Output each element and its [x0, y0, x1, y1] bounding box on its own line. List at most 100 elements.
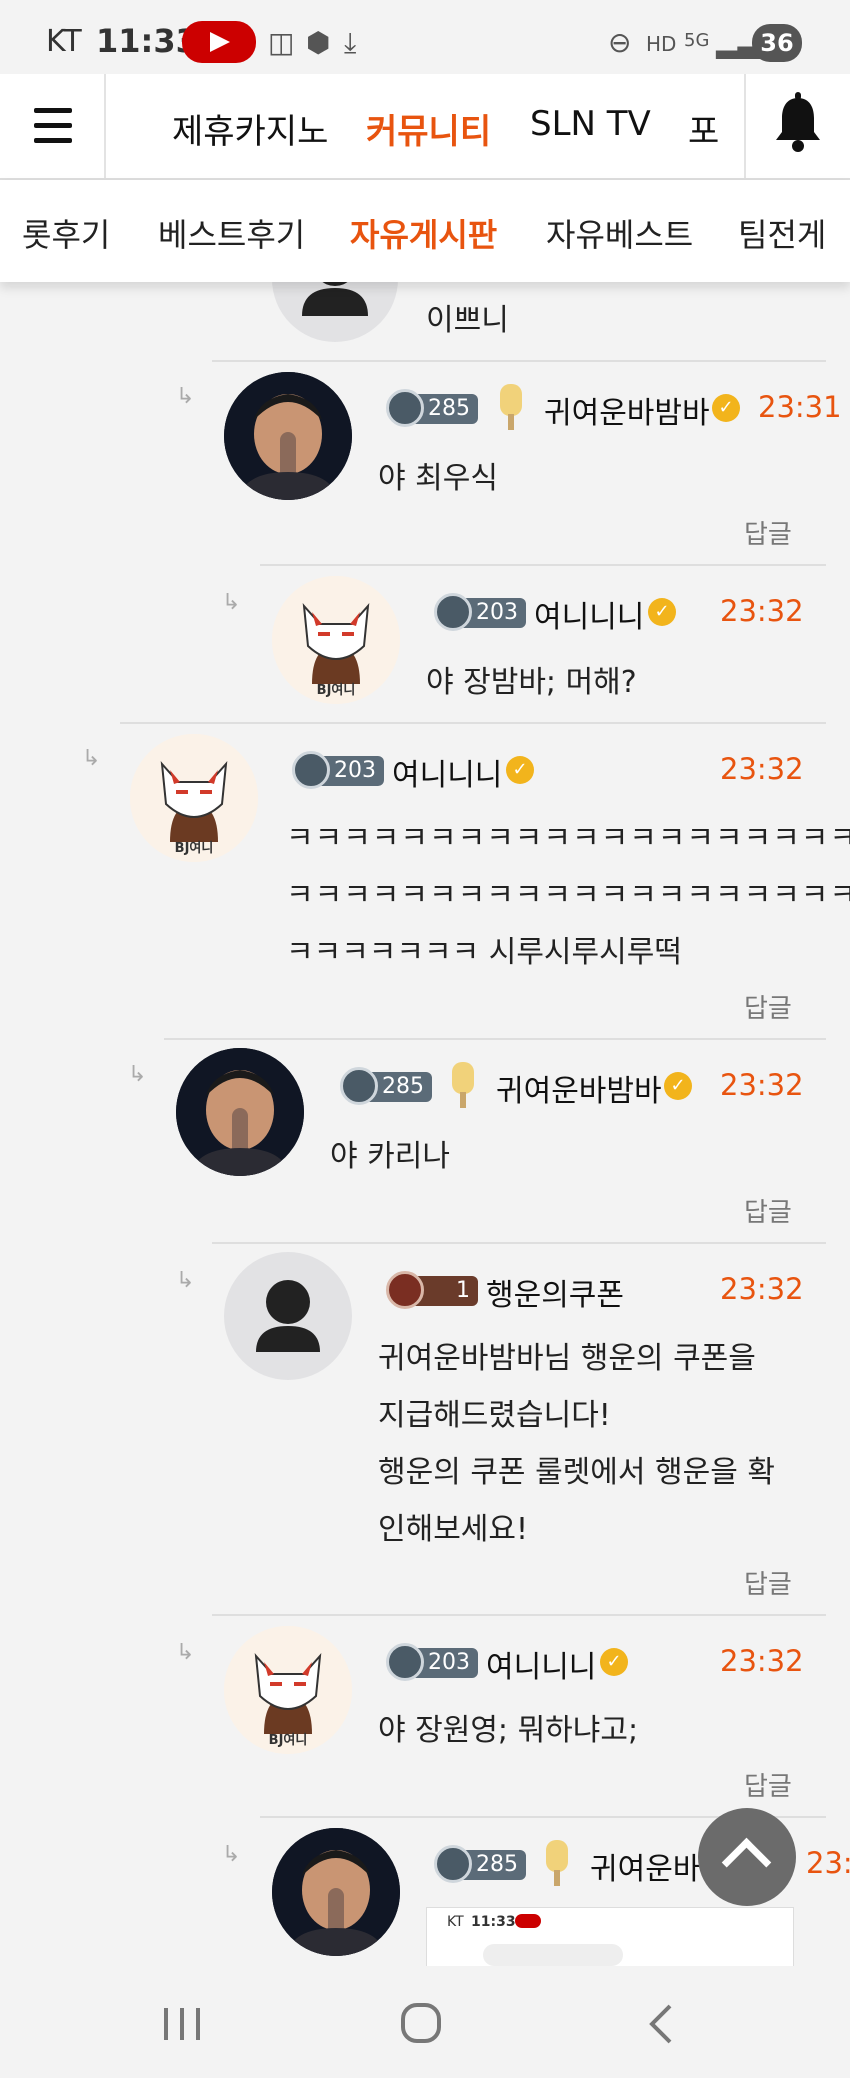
popsicle-icon — [500, 384, 522, 430]
download-icon: ⤓ — [344, 26, 357, 59]
battery-icon: 36 — [752, 24, 802, 62]
attached-image[interactable]: KT 11:33 — [426, 1907, 794, 1968]
timestamp: 23:32 — [720, 594, 804, 628]
verified-icon: ✓ — [664, 1072, 692, 1100]
avatar[interactable]: BJ여니 — [224, 1626, 352, 1754]
level-badge: 203 — [386, 1643, 478, 1681]
verified-icon: ✓ — [648, 598, 676, 626]
top-nav: 제휴카지노 커뮤니티 SLN TV 포 — [0, 74, 850, 180]
avatar[interactable] — [176, 1048, 304, 1176]
nav-tab-community[interactable]: 커뮤니티 — [366, 104, 491, 153]
divider — [164, 1038, 826, 1040]
level-gem-icon — [340, 1067, 378, 1105]
reply-button[interactable]: 답글 — [744, 1192, 792, 1229]
comment-text: 지급해드렸습니다! — [378, 1398, 611, 1433]
recent-apps-icon[interactable] — [160, 2004, 204, 2044]
level-badge: 203 — [434, 593, 526, 631]
thumbnail-youtube-icon — [515, 1914, 541, 1928]
fox-mask-icon: BJ여니 — [224, 1626, 352, 1754]
level-gem-icon — [434, 1845, 472, 1883]
svg-text:BJ여니: BJ여니 — [317, 682, 356, 698]
divider — [120, 722, 826, 724]
avatar[interactable] — [224, 372, 352, 500]
svg-text:BJ여니: BJ여니 — [175, 840, 214, 856]
verified-icon: ✓ — [600, 1648, 628, 1676]
avatar[interactable] — [272, 1828, 400, 1956]
level-badge: 203 — [292, 751, 384, 789]
timestamp: 23:3 — [806, 1846, 850, 1880]
fox-mask-icon: BJ여니 — [130, 734, 258, 862]
username[interactable]: 귀여운바밤바 — [544, 388, 710, 432]
username[interactable]: 행운의쿠폰 — [486, 1270, 624, 1314]
divider — [260, 564, 826, 566]
nav-tab-partial[interactable]: 포 — [688, 104, 718, 153]
reply-button[interactable]: 답글 — [744, 1564, 792, 1601]
popsicle-icon — [546, 1840, 568, 1886]
sub-tab-reviews[interactable]: 롯후기 — [22, 210, 110, 256]
level-badge: 285 — [386, 389, 478, 427]
person-photo-icon — [176, 1048, 304, 1176]
comment-text: 야 카리나 — [330, 1139, 450, 1174]
comment-text: 야 최우식 — [378, 461, 498, 496]
sub-tab-best-reviews[interactable]: 베스트후기 — [158, 210, 305, 256]
username[interactable]: 여니니니 — [486, 1642, 596, 1686]
sub-tab-free-board[interactable]: 자유게시판 — [350, 210, 497, 256]
reply-arrow-icon: ↳ — [222, 590, 241, 615]
status-bar: KT 11:33 ◫ ⬢ ⤓ ⊖ HD 5G ▂▃▅ 36 — [0, 0, 850, 74]
level-badge: 285 — [434, 1845, 526, 1883]
timestamp: 23:32 — [720, 1272, 804, 1306]
reply-button[interactable]: 답글 — [744, 1766, 792, 1803]
svg-text:BJ여니: BJ여니 — [269, 1732, 308, 1748]
dnd-icon: ⊖ — [608, 26, 632, 59]
thumbnail-carrier: KT — [447, 1914, 464, 1930]
avatar[interactable] — [224, 1252, 352, 1380]
reply-button[interactable]: 답글 — [744, 514, 792, 551]
hd-icon: HD — [646, 32, 677, 56]
sub-tab-free-best[interactable]: 자유베스트 — [546, 210, 693, 256]
level-gem-icon — [386, 1271, 424, 1309]
level-badge: 285 — [340, 1067, 432, 1105]
comment-text: ㅋㅋㅋㅋㅋㅋㅋㅋㅋㅋㅋㅋㅋㅋㅋㅋㅋㅋㅋㅋㅋ — [286, 878, 850, 913]
comment-text: 야 장밤바; 머해? — [426, 665, 637, 700]
home-icon[interactable] — [398, 2000, 444, 2046]
user-icon — [256, 1280, 320, 1352]
menu-button[interactable] — [0, 74, 106, 178]
level-gem-icon — [292, 751, 330, 789]
fox-mask-icon: BJ여니 — [272, 576, 400, 704]
thumbnail-urlbar — [483, 1944, 623, 1966]
comment-text: 귀여운바밤바님 행운의 쿠폰을 — [378, 1341, 756, 1376]
avatar[interactable]: BJ여니 — [130, 734, 258, 862]
comment-text: 야 장원영; 뭐하냐고; — [378, 1713, 639, 1748]
verified-icon: ✓ — [712, 394, 740, 422]
username[interactable]: 귀여운바밤바 — [496, 1066, 662, 1110]
timestamp: 23:32 — [720, 752, 804, 786]
username[interactable]: 여니니니 — [392, 750, 502, 794]
comment-text: 이쁘니 — [426, 303, 509, 338]
notification-button[interactable] — [744, 74, 850, 178]
divider — [212, 1242, 826, 1244]
sub-nav: 롯후기 베스트후기 자유게시판 자유베스트 팀전게 — [0, 180, 850, 282]
5g-icon: 5G — [684, 30, 710, 51]
username[interactable]: 여니니니 — [534, 592, 644, 636]
thumbnail-time: 11:33 — [471, 1914, 516, 1930]
timestamp: 23:31 — [758, 390, 842, 424]
verified-icon: ✓ — [506, 756, 534, 784]
cube-icon: ⬢ — [306, 26, 331, 59]
reply-arrow-icon: ↳ — [176, 1268, 195, 1293]
level-gem-icon — [386, 1643, 424, 1681]
bell-icon — [776, 92, 820, 152]
timestamp: 23:32 — [720, 1068, 804, 1102]
sub-tab-team[interactable]: 팀전게 — [738, 210, 826, 256]
timestamp: 23:32 — [720, 1644, 804, 1678]
level-badge: 1 — [386, 1271, 478, 1309]
scroll-top-button[interactable] — [698, 1808, 796, 1906]
reply-arrow-icon: ↳ — [176, 384, 195, 409]
nav-tab-casino[interactable]: 제휴카지노 — [172, 104, 328, 153]
system-nav-bar — [0, 1966, 850, 2078]
comment-text: 행운의 쿠폰 룰렛에서 행운을 확 — [378, 1455, 775, 1490]
avatar[interactable]: BJ여니 — [272, 576, 400, 704]
level-gem-icon — [434, 593, 472, 631]
reply-button[interactable]: 답글 — [744, 988, 792, 1025]
back-icon[interactable] — [644, 2002, 678, 2046]
nav-tab-sln-tv[interactable]: SLN TV — [530, 104, 651, 144]
